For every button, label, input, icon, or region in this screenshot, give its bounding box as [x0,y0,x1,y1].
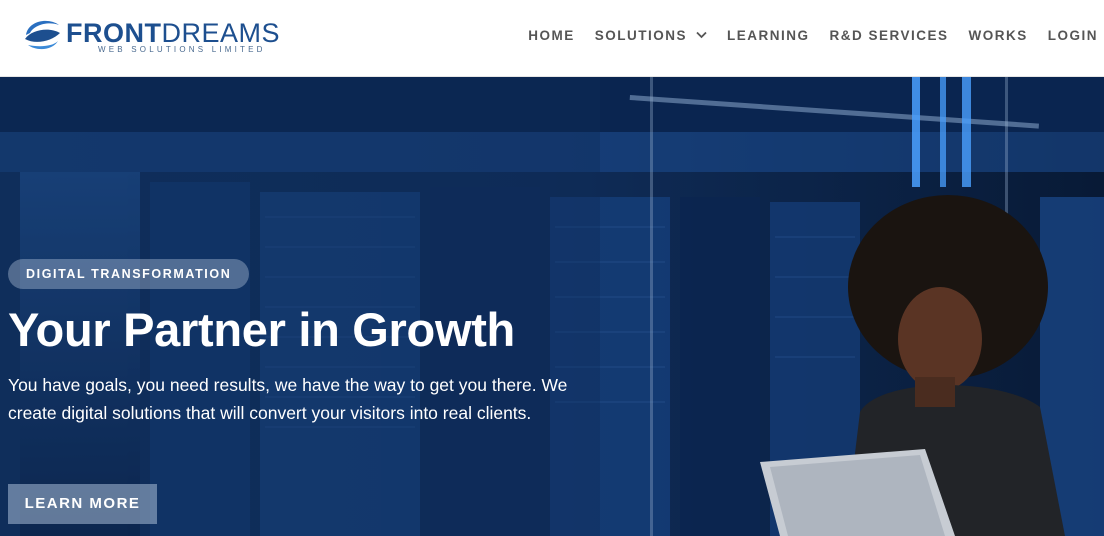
brand-name: FRONTDREAMS [66,18,280,48]
hero-badge: DIGITAL TRANSFORMATION [8,259,250,289]
nav-login-label: LOGIN [1047,27,1098,43]
nav-rd-services[interactable]: R&D SERVICES [829,28,948,43]
nav-home-label: HOME [528,27,575,43]
main-nav: HOME SOLUTIONS LEARNING R&D SERVICES WOR… [528,24,1098,46]
nav-solutions-label: SOLUTIONS [594,27,687,43]
nav-works[interactable]: WORKS [969,28,1028,43]
brand-tagline: WEB SOLUTIONS LIMITED [98,45,266,54]
nav-learning-label: LEARNING [726,27,810,43]
nav-login[interactable]: LOGIN [1048,28,1098,43]
site-header: FRONTDREAMS WEB SOLUTIONS LIMITED HOME S… [0,0,1104,77]
nav-solutions[interactable]: SOLUTIONS [595,28,707,43]
brand-name-front: FRONT [66,18,162,48]
nav-learning[interactable]: LEARNING [727,28,810,43]
brand-name-rest: DREAMS [161,18,280,48]
nav-home[interactable]: HOME [528,28,575,43]
hero-title: Your Partner in Growth [8,303,515,356]
swirl-logo-icon [25,20,60,50]
nav-works-label: WORKS [968,27,1028,43]
learn-more-button[interactable]: LEARN MORE [8,484,157,524]
hero-subtitle: You have goals, you need results, we hav… [8,375,568,423]
hero-section: DIGITAL TRANSFORMATION Your Partner in G… [0,77,1104,536]
nav-rd-services-label: R&D SERVICES [829,27,949,43]
chevron-down-icon [696,31,707,39]
brand-logo[interactable]: FRONTDREAMS WEB SOLUTIONS LIMITED [22,14,280,60]
